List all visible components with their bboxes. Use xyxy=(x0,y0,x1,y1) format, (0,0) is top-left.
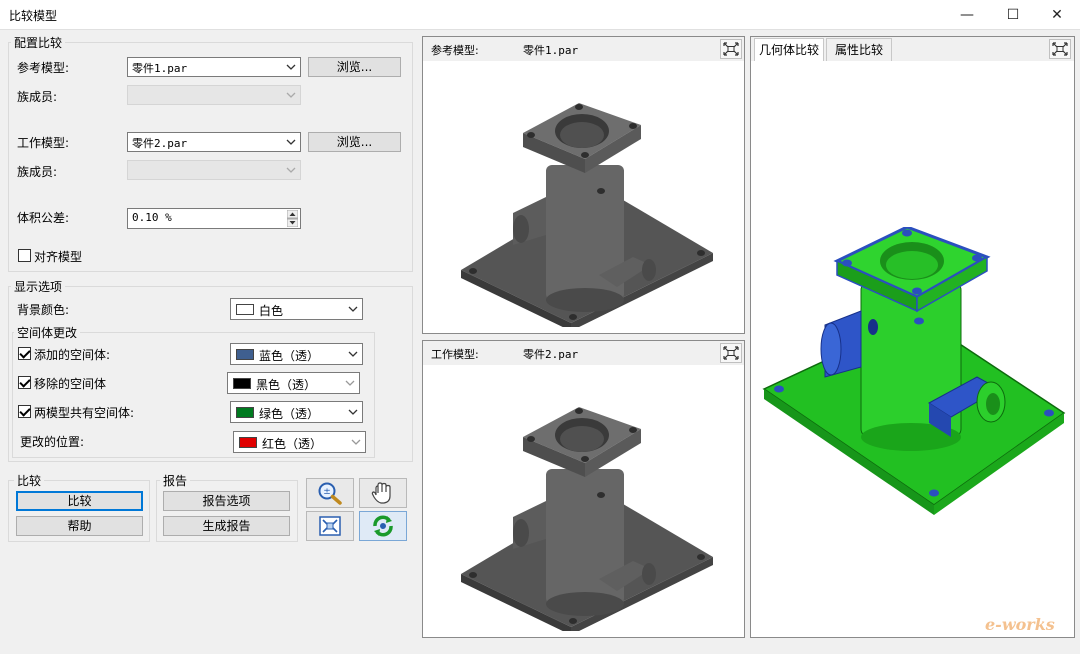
compare-viewport[interactable]: 几何体比较 属性比较 e-works xyxy=(750,36,1075,638)
svg-text:±: ± xyxy=(323,487,331,497)
generate-report-button[interactable]: 生成报告 xyxy=(163,516,290,536)
maximize-button[interactable]: ☐ xyxy=(990,0,1036,30)
added-checkbox[interactable] xyxy=(18,347,31,360)
compare-button[interactable]: 比较 xyxy=(16,491,143,511)
chevron-down-icon xyxy=(286,139,296,145)
added-color-select[interactable]: 蓝色（透） xyxy=(230,343,363,365)
expand-icon xyxy=(1052,42,1068,56)
ref-viewport-header: 参考模型: 零件1.par xyxy=(423,37,744,61)
work-browse-button[interactable]: 浏览... xyxy=(308,132,401,152)
maximize-icon: ☐ xyxy=(1006,7,1020,23)
work-family-select[interactable] xyxy=(127,160,301,180)
added-color-value: 蓝色（透） xyxy=(259,349,320,363)
changed-color-swatch xyxy=(239,437,257,448)
work-viewport-file: 零件2.par xyxy=(523,348,579,361)
close-icon: ✕ xyxy=(1051,7,1063,23)
close-button[interactable]: ✕ xyxy=(1034,0,1080,30)
spinner-arrows-icon[interactable] xyxy=(287,210,298,227)
bg-color-value: 白色 xyxy=(259,304,284,318)
help-button[interactable]: 帮助 xyxy=(16,516,143,536)
tab-geometry-compare[interactable]: 几何体比较 xyxy=(754,38,824,61)
work-model-viewport[interactable]: 工作模型: 零件2.par xyxy=(422,340,745,638)
space-changes-label: 空间体更改 xyxy=(14,324,81,341)
report-group-label: 报告 xyxy=(160,472,191,489)
ref-model-label: 参考模型: xyxy=(17,61,70,75)
work-viewport-label: 工作模型: xyxy=(431,348,479,361)
volume-tolerance-spinner[interactable]: 0.10 % xyxy=(127,208,301,229)
work-model-value: 零件2.par xyxy=(132,137,188,150)
shared-color-swatch xyxy=(236,407,254,418)
expand-icon xyxy=(723,42,739,56)
window-title: 比较模型 xyxy=(9,9,58,23)
compare-viewport-header: 几何体比较 属性比较 xyxy=(751,37,1074,61)
work-model-label: 工作模型: xyxy=(17,136,70,150)
config-group-label: 配置比较 xyxy=(11,34,66,51)
tab-attribute-compare[interactable]: 属性比较 xyxy=(826,38,892,61)
shared-color-select[interactable]: 绿色（透） xyxy=(230,401,363,423)
work-viewport-header: 工作模型: 零件2.par xyxy=(423,341,744,365)
ref-family-select[interactable] xyxy=(127,85,301,105)
shared-checkbox[interactable] xyxy=(18,405,31,418)
shared-label: 两模型共有空间体: xyxy=(34,406,135,420)
removed-label: 移除的空间体 xyxy=(34,377,107,391)
ref-model-render xyxy=(461,103,713,327)
ref-maximize-view-button[interactable] xyxy=(720,39,742,59)
removed-color-swatch xyxy=(233,378,251,389)
removed-color-select[interactable]: 黑色（透） xyxy=(227,372,360,394)
added-label: 添加的空间体: xyxy=(34,348,111,362)
rotate-icon xyxy=(373,515,393,537)
ref-browse-button[interactable]: 浏览... xyxy=(308,57,401,77)
volume-tolerance-label: 体积公差: xyxy=(17,211,70,225)
work-family-label: 族成员: xyxy=(17,165,58,179)
compare-group-label: 比较 xyxy=(14,472,45,489)
ref-model-viewport[interactable]: 参考模型: 零件1.par xyxy=(422,36,745,334)
chevron-down-icon xyxy=(348,306,358,312)
watermark-logo: e-works xyxy=(985,615,1055,634)
removed-checkbox[interactable] xyxy=(18,376,31,389)
shared-color-value: 绿色（透） xyxy=(259,407,320,421)
minimize-icon: — xyxy=(960,7,974,23)
work-maximize-view-button[interactable] xyxy=(720,343,742,363)
ref-viewport-file: 零件1.par xyxy=(523,44,579,57)
added-color-swatch xyxy=(236,349,254,360)
zoom-icon: ± xyxy=(318,482,342,505)
bg-color-label: 背景颜色: xyxy=(17,303,70,317)
volume-tolerance-value: 0.10 % xyxy=(132,211,172,224)
ref-family-label: 族成员: xyxy=(17,90,58,104)
bg-color-swatch xyxy=(236,304,254,315)
changed-color-value: 红色（透） xyxy=(262,437,323,451)
work-model-select[interactable]: 零件2.par xyxy=(127,132,301,152)
display-group-label: 显示选项 xyxy=(11,278,66,295)
changed-loc-label: 更改的位置: xyxy=(20,435,85,449)
pan-hand-icon xyxy=(371,482,391,504)
changed-color-select[interactable]: 红色（透） xyxy=(233,431,366,453)
bg-color-select[interactable]: 白色 xyxy=(230,298,363,320)
chevron-down-icon xyxy=(348,351,358,357)
chevron-down-icon xyxy=(286,167,296,173)
align-models-label: 对齐模型 xyxy=(34,250,83,264)
compare-maximize-view-button[interactable] xyxy=(1049,39,1071,59)
minimize-button[interactable]: — xyxy=(944,0,990,30)
chevron-down-icon xyxy=(351,439,361,445)
ref-model-select[interactable]: 零件1.par xyxy=(127,57,301,77)
rotate-button[interactable] xyxy=(359,511,407,541)
zoom-button[interactable]: ± xyxy=(306,478,354,508)
chevron-down-icon xyxy=(348,409,358,415)
pan-button[interactable] xyxy=(359,478,407,508)
compare-model-render xyxy=(762,227,1066,515)
ref-viewport-label: 参考模型: xyxy=(431,44,479,57)
fit-view-icon xyxy=(319,516,341,536)
fit-view-button[interactable] xyxy=(306,511,354,541)
chevron-down-icon xyxy=(345,380,355,386)
work-model-render xyxy=(461,407,713,631)
removed-color-value: 黑色（透） xyxy=(256,378,317,392)
chevron-down-icon xyxy=(286,92,296,98)
report-options-button[interactable]: 报告选项 xyxy=(163,491,290,511)
expand-icon xyxy=(723,346,739,360)
align-models-checkbox[interactable] xyxy=(18,249,31,262)
ref-model-value: 零件1.par xyxy=(132,62,188,75)
chevron-down-icon xyxy=(286,64,296,70)
title-bar: 比较模型 — ☐ ✕ xyxy=(0,0,1080,30)
